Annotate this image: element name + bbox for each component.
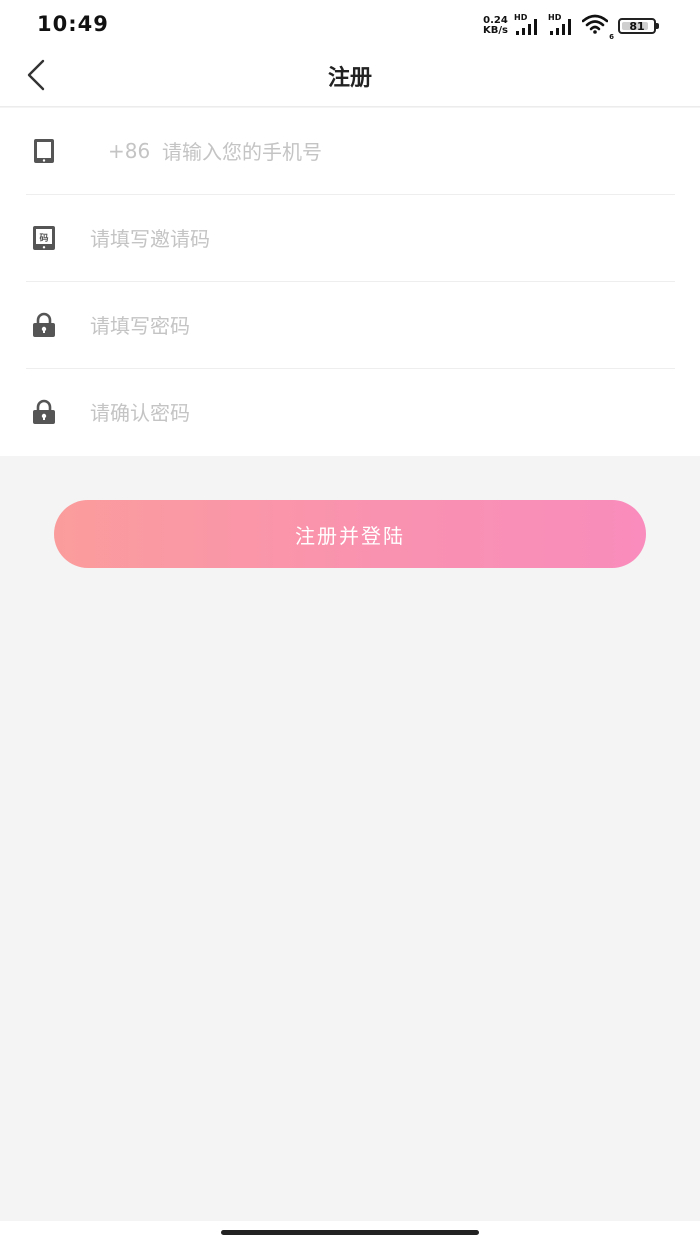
page-title: 注册 — [327, 66, 372, 91]
signal-hd-label: HD — [514, 13, 528, 22]
nav-bar: 注册 — [0, 50, 700, 107]
confirm-password-row — [26, 369, 675, 456]
invite-code-icon-text: 码 — [39, 233, 48, 244]
wifi-label: 6 — [609, 33, 614, 41]
password-input[interactable] — [90, 282, 650, 369]
home-indicator[interactable] — [221, 1230, 479, 1235]
phone-row: +86 — [26, 108, 675, 195]
phone-country-code: +86 — [108, 139, 151, 163]
status-indicators: 0.24 KB/s HD HD 6 81 — [483, 13, 659, 41]
register-form: +86 码 — [0, 108, 700, 456]
invite-code-icon: 码 — [33, 226, 55, 250]
password-row — [26, 282, 675, 369]
network-speed: 0.24 KB/s — [483, 16, 508, 36]
invite-code-input[interactable] — [90, 195, 650, 282]
signal-hd-label-2: HD — [548, 13, 562, 22]
gesture-area — [0, 1221, 700, 1243]
register-screen: 10:49 0.24 KB/s HD HD 6 81 注册 +86 请输入您的手… — [0, 0, 700, 1243]
battery-icon: 81 — [618, 18, 659, 34]
signal-icon: HD — [514, 13, 540, 36]
wifi-icon: 6 — [581, 14, 614, 41]
status-time: 10:49 — [37, 12, 109, 36]
register-login-button[interactable]: 注册并登陆 — [54, 500, 646, 568]
network-speed-unit: KB/s — [483, 25, 508, 36]
lock-icon — [33, 399, 55, 424]
signal-icon-2: HD — [548, 13, 574, 36]
invite-row: 码 — [26, 195, 675, 282]
phone-input[interactable] — [162, 108, 642, 195]
tablet-icon — [34, 139, 54, 163]
status-bar: 10:49 0.24 KB/s HD HD 6 81 — [0, 0, 700, 50]
lock-icon — [33, 312, 55, 337]
battery-level: 81 — [629, 19, 645, 33]
confirm-password-input[interactable] — [90, 369, 650, 456]
